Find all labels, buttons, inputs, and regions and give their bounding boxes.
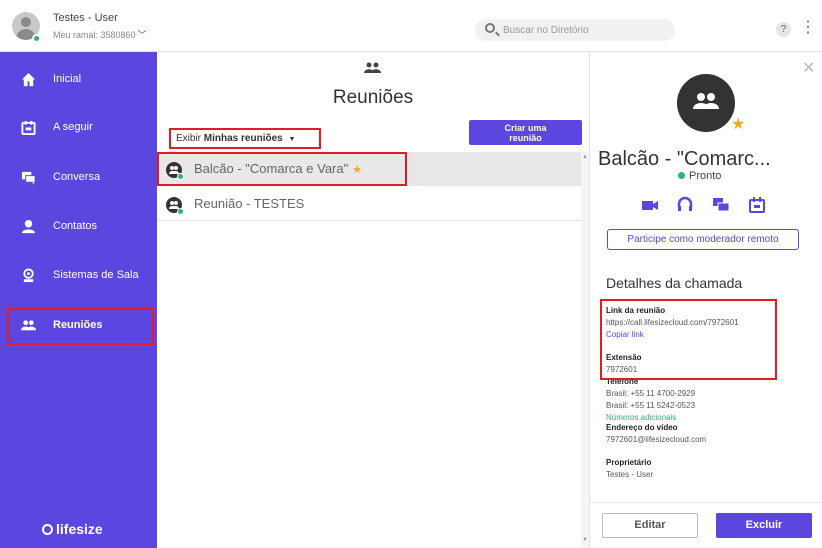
close-icon[interactable]: ✕	[802, 58, 815, 78]
status-text: Pronto	[689, 170, 722, 182]
online-status-icon	[177, 208, 184, 215]
create-meeting-line1: Criar uma	[504, 123, 547, 133]
user-extension-text: Meu ramal: 3580860	[53, 30, 136, 40]
sidebar-item-label: Inicial	[53, 73, 82, 85]
lifesize-logo-text: lifesize	[56, 521, 103, 537]
room-system-icon	[23, 268, 34, 283]
owner-value: Testes - User	[606, 470, 654, 479]
sidebar-item-label: Sistemas de Sala	[53, 269, 139, 281]
sidebar-item-a-seguir[interactable]: A seguir	[0, 108, 157, 148]
sidebar-item-label: Contatos	[53, 220, 98, 232]
sidebar-item-contatos[interactable]: Contatos	[0, 207, 157, 247]
user-extension[interactable]: Meu ramal: 3580860 ﹀	[53, 28, 147, 41]
online-status-icon	[678, 172, 685, 179]
phone-number: Brasil: +55 11 4700-2929	[606, 389, 696, 398]
calendar-icon[interactable]	[748, 196, 766, 214]
list-scrollbar[interactable]: ▲ ▼	[581, 152, 589, 548]
contact-icon	[21, 219, 36, 234]
video-address-label: Endereço do vídeo	[606, 423, 678, 432]
page-title: Reuniões	[332, 87, 414, 108]
caret-down-icon: ▼	[288, 136, 296, 143]
meetings-icon	[364, 62, 381, 73]
filter-prefix: Exibir	[176, 133, 202, 144]
chat-icon[interactable]	[712, 196, 730, 214]
sidebar-item-conversa[interactable]: Conversa	[0, 158, 157, 198]
meeting-details-panel: ✕ ★ Balcão - "Comarc... Pronto Participe…	[589, 52, 822, 548]
sidebar-item-label: A seguir	[53, 121, 93, 133]
details-footer: Editar Excluir	[590, 502, 822, 548]
directory-search[interactable]	[475, 19, 675, 41]
call-actions	[638, 196, 778, 214]
additional-numbers-link[interactable]: Números adicionais	[606, 413, 816, 422]
highlight-frame	[7, 308, 154, 345]
search-icon	[485, 23, 495, 33]
call-details-title: Detalhes da chamada	[606, 275, 743, 291]
sidebar-item-inicial[interactable]: Inicial	[0, 60, 157, 100]
favorite-star-icon[interactable]: ★	[731, 114, 745, 134]
meetings-list: Balcão - "Comarca e Vara" ★ Reunião - TES…	[157, 152, 581, 548]
join-as-remote-moderator-button[interactable]: Participe como moderador remoto	[607, 229, 799, 250]
list-item[interactable]: Reunião - TESTES	[157, 187, 581, 221]
audio-call-icon[interactable]	[676, 196, 694, 214]
meeting-title: Balcão - "Comarc...	[598, 148, 771, 170]
chat-icon	[21, 171, 36, 185]
meetings-panel: Reuniões Exibir Minhas reuniões ▼ Criar …	[157, 52, 589, 548]
user-name: Testes - User	[53, 12, 118, 24]
home-icon	[21, 72, 36, 87]
top-bar: Testes - User Meu ramal: 3580860﹀ ? ⋮	[0, 0, 822, 52]
app-window: Testes - User Meu ramal: 3580860﹀ ? ⋮ In…	[0, 0, 822, 548]
meeting-name: Reunião - TESTES	[194, 196, 305, 211]
lifesize-logo-icon	[42, 524, 53, 535]
avatar-head	[21, 17, 31, 27]
chevron-down-icon: ﹀	[137, 30, 147, 40]
meetings-filter-dropdown[interactable]: Exibir Minhas reuniões ▼	[169, 128, 321, 149]
meeting-avatar	[677, 74, 735, 132]
help-button[interactable]: ?	[776, 22, 791, 37]
presence-status-icon	[32, 34, 41, 43]
sidebar-item-label: Conversa	[53, 171, 101, 183]
video-address-value: 7972601@lifesizecloud.com	[606, 435, 707, 444]
edit-button[interactable]: Editar	[602, 513, 698, 538]
calendar-icon	[21, 120, 36, 135]
highlight-frame	[157, 152, 407, 186]
scroll-down-icon[interactable]: ▼	[582, 537, 588, 543]
more-options-button[interactable]: ⋮	[800, 18, 816, 38]
create-meeting-line2: reunião	[509, 133, 542, 143]
create-meeting-button[interactable]: Criar uma reunião	[469, 120, 582, 145]
owner-label: Proprietário	[606, 458, 652, 467]
search-input[interactable]	[503, 22, 668, 38]
phone-number: Brasil: +55 11 5242-0523	[606, 401, 696, 410]
status-badge: Pronto	[678, 170, 721, 182]
delete-button[interactable]: Excluir	[716, 513, 812, 538]
meetings-icon	[693, 93, 719, 109]
filter-value: Minhas reuniões	[203, 133, 283, 144]
scroll-up-icon[interactable]: ▲	[582, 154, 588, 160]
sidebar-item-sistemas-de-sala[interactable]: Sistemas de Sala	[0, 256, 157, 296]
lifesize-logo: lifesize	[42, 521, 103, 537]
video-call-icon[interactable]	[641, 196, 659, 214]
highlight-frame	[600, 299, 777, 380]
sidebar: Inicial A seguir Conversa Contatos Siste…	[0, 52, 157, 548]
